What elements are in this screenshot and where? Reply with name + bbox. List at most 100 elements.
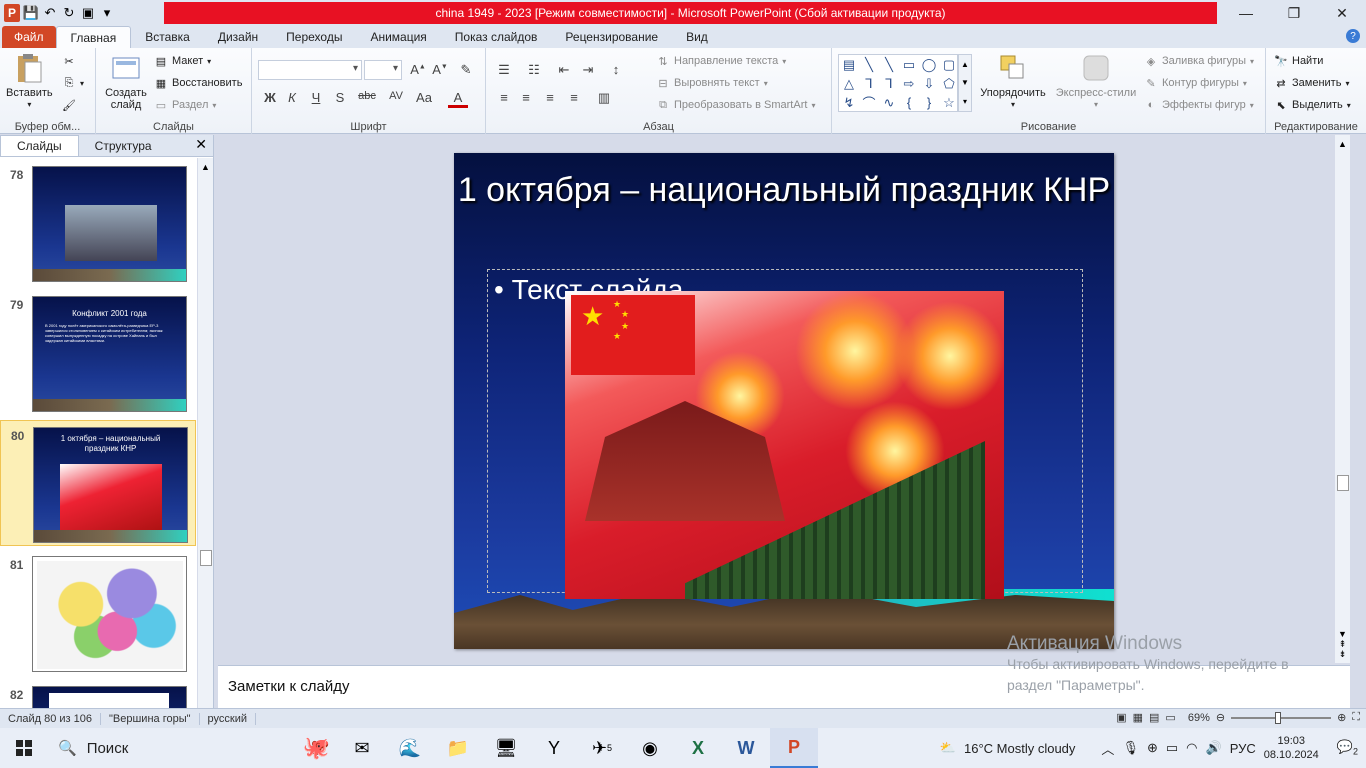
font-size-combo[interactable]	[364, 60, 402, 80]
strike-button[interactable]: abc	[354, 90, 380, 102]
zoom-level[interactable]: 69%	[1188, 712, 1210, 724]
shrink-font-icon[interactable]: A▼	[430, 62, 450, 77]
slide-thumbnail[interactable]: Конфликт 2001 года В 2001 году полёт аме…	[32, 296, 187, 412]
current-slide[interactable]: 1 октября – национальный праздник КНР • …	[454, 153, 1114, 649]
italic-button[interactable]: К	[282, 90, 302, 105]
zoom-slider-knob[interactable]	[1275, 711, 1282, 724]
close-panel-icon[interactable]: ✕	[195, 136, 207, 153]
minimize-button[interactable]: —	[1222, 0, 1270, 26]
align-left-icon[interactable]: ≡	[494, 90, 514, 105]
reading-view-icon[interactable]: ▤	[1149, 711, 1159, 724]
slide-thumbnail[interactable]: 1 октября – национальный праздник КНР	[33, 427, 188, 543]
text-direction-button[interactable]: ⇅ Направление текста ▾	[656, 52, 786, 70]
start-button[interactable]	[0, 728, 48, 768]
redo-icon[interactable]: ↻	[61, 5, 77, 21]
tab-outline[interactable]: Структура	[79, 135, 168, 156]
thumbnail-row-selected[interactable]: 80 1 октября – национальный праздник КНР	[0, 420, 196, 546]
notification-icon[interactable]: 💬2	[1337, 739, 1358, 757]
oval-shape-icon[interactable]: ◯	[922, 57, 937, 73]
mail-app-icon[interactable]: ✉	[338, 728, 386, 768]
bullets-icon[interactable]: ☰	[494, 62, 514, 78]
battery-icon[interactable]: ▭	[1166, 740, 1178, 756]
chrome-app-icon[interactable]: ◉	[626, 728, 674, 768]
copy-button[interactable]: ⎘ ▾	[62, 74, 84, 92]
zigzag-shape-icon[interactable]: ↯	[844, 95, 855, 111]
word-app-icon[interactable]: W	[722, 728, 770, 768]
zoom-out-icon[interactable]: ⊖	[1216, 711, 1225, 724]
columns-icon[interactable]: ▥	[594, 90, 614, 106]
slide-thumbnail[interactable]	[32, 166, 187, 282]
underline-button[interactable]: Ч	[306, 90, 326, 105]
tab-slideshow[interactable]: Показ слайдов	[441, 26, 552, 48]
elbow2-shape-icon[interactable]: ⅂	[885, 76, 892, 92]
save-icon[interactable]: 💾	[23, 5, 39, 21]
smartart-button[interactable]: ⧉ Преобразовать в SmartArt ▾	[656, 96, 815, 114]
shape-fill-button[interactable]: ◈ Заливка фигуры ▾	[1144, 52, 1254, 70]
find-button[interactable]: 🔭 Найти	[1274, 52, 1323, 70]
slide-thumbnail[interactable]	[32, 556, 187, 672]
slide-thumbnail[interactable]	[32, 686, 187, 708]
pentagon-shape-icon[interactable]: ⬠	[943, 76, 954, 92]
rect-shape-icon[interactable]: ▭	[903, 57, 915, 73]
triangle-shape-icon[interactable]: △	[844, 76, 854, 92]
help-icon[interactable]: ?	[1346, 29, 1360, 43]
fit-to-window-icon[interactable]: ⛶	[1352, 711, 1360, 724]
arrange-button[interactable]: Упорядочить ▾	[978, 52, 1048, 111]
tab-view[interactable]: Вид	[672, 26, 722, 48]
align-text-button[interactable]: ⊟ Выровнять текст ▾	[656, 74, 767, 92]
file-explorer-app-icon[interactable]: 📁	[434, 728, 482, 768]
curve-shape-icon[interactable]: ⌒	[862, 93, 875, 112]
maximize-button[interactable]: ❐	[1270, 0, 1318, 26]
replace-button[interactable]: ⇄ Заменить ▾	[1274, 74, 1349, 92]
thumbnail-row[interactable]: 78	[0, 160, 196, 286]
slideshow-icon[interactable]: ▣	[80, 5, 96, 21]
elbow-shape-icon[interactable]: ⅂	[865, 76, 872, 92]
tab-file[interactable]: Файл	[2, 26, 56, 48]
shapes-scroll[interactable]: ▲ ▼ ▾	[958, 54, 972, 112]
remote-desktop-app-icon[interactable]: 🖥	[482, 728, 530, 768]
align-right-icon[interactable]: ≡	[540, 90, 560, 105]
line-shape-icon[interactable]: ╲	[865, 57, 873, 73]
chevron-up-icon[interactable]: ︿	[1101, 739, 1114, 758]
font-name-combo[interactable]	[258, 60, 362, 80]
customize-qat-icon[interactable]: ▾	[99, 5, 115, 21]
star-shape-icon[interactable]: ☆	[943, 95, 955, 111]
brace-right-shape-icon[interactable]: }	[927, 95, 931, 110]
volume-icon[interactable]: 🔊	[1206, 740, 1222, 756]
line-spacing-icon[interactable]: ↕	[606, 62, 626, 77]
yandex-browser-app-icon[interactable]: Y	[530, 728, 578, 768]
tab-home[interactable]: Главная	[55, 26, 132, 48]
clear-format-icon[interactable]: ✎	[456, 62, 476, 78]
normal-view-icon[interactable]: ▣	[1116, 711, 1126, 724]
telegram-app-icon[interactable]: ✈ 5	[578, 728, 626, 768]
line2-shape-icon[interactable]: ╲	[885, 57, 893, 73]
zoom-in-icon[interactable]: ⊕	[1337, 711, 1346, 724]
roundrect-shape-icon[interactable]: ▢	[943, 57, 955, 73]
notes-placeholder[interactable]: Заметки к слайду	[228, 678, 350, 695]
edge-app-icon[interactable]: 🌊	[386, 728, 434, 768]
shape-outline-button[interactable]: ✎ Контур фигуры ▾	[1144, 74, 1247, 92]
shape-effects-button[interactable]: ◐ Эффекты фигур ▾	[1144, 96, 1254, 114]
clock[interactable]: 19:03 08.10.2024	[1264, 734, 1319, 762]
slide-title[interactable]: 1 октября – национальный праздник КНР	[454, 169, 1114, 211]
layout-button[interactable]: ▤ Макет ▾	[154, 52, 211, 70]
justify-icon[interactable]: ≡	[564, 90, 584, 105]
font-color-button[interactable]: A	[448, 90, 468, 108]
new-slide-button[interactable]: Создать слайд	[102, 52, 150, 111]
wifi-icon[interactable]: ◠	[1186, 740, 1197, 756]
panel-scroll-thumb[interactable]	[200, 550, 212, 566]
reset-button[interactable]: ▦ Восстановить	[154, 74, 243, 92]
slide-scrollbar[interactable]: ▲ ▼ ⇞ ⇟	[1334, 135, 1350, 663]
zoom-slider[interactable]	[1231, 711, 1332, 724]
select-button[interactable]: ⬉ Выделить ▾	[1274, 96, 1350, 114]
decrease-indent-icon[interactable]: ⇤	[554, 62, 574, 78]
bold-button[interactable]: Ж	[260, 90, 280, 105]
tab-insert[interactable]: Вставка	[131, 26, 204, 48]
tab-review[interactable]: Рецензирование	[551, 26, 672, 48]
input-language[interactable]: РУС	[1230, 741, 1256, 756]
thumbnail-row[interactable]: 81	[0, 550, 196, 676]
powerpoint-logo-icon[interactable]: P	[4, 4, 20, 22]
undo-icon[interactable]: ↶	[42, 5, 58, 21]
right-arrow-shape-icon[interactable]: ⇨	[904, 76, 915, 92]
panel-scrollbar[interactable]: ▲	[197, 158, 213, 708]
